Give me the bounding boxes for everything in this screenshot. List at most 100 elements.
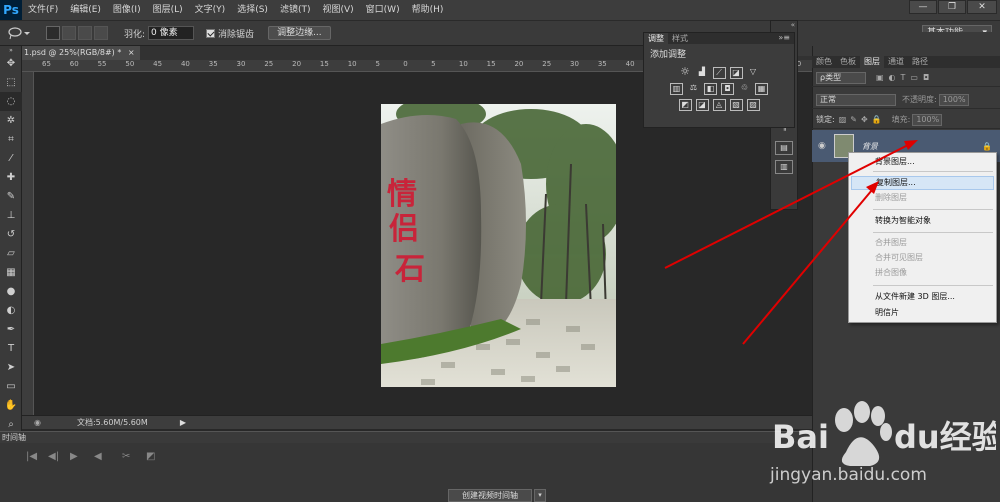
play-icon[interactable]: ▶ [70, 451, 78, 462]
panel-collapse-icon[interactable]: » [0, 46, 22, 54]
channel-mixer-icon[interactable]: ♲ [738, 83, 751, 95]
subtract-selection-button[interactable] [78, 26, 92, 40]
curves-icon[interactable]: ⟋ [712, 67, 726, 79]
brightness-contrast-icon[interactable]: ☼ [679, 66, 692, 79]
tab-paths[interactable]: 路径 [908, 56, 932, 68]
menu-item-merge-layers[interactable]: 合并图层 [849, 236, 996, 250]
feather-input[interactable]: 0 像素 [148, 26, 195, 40]
menu-filter[interactable]: 滤镜(T) [274, 0, 317, 20]
layer-filter-icons[interactable]: ▣◐T▭◘ [876, 73, 934, 82]
clone-stamp-tool-icon[interactable]: ⊥ [0, 206, 22, 225]
menu-item-duplicate-layer[interactable]: 复制图层... [851, 176, 994, 190]
add-selection-button[interactable] [62, 26, 76, 40]
menu-item-new-3d-layer[interactable]: 从文件新建 3D 图层... [849, 290, 996, 304]
create-video-timeline-button[interactable]: 创建视频时间轴 [448, 489, 532, 502]
invert-icon[interactable]: ◩ [678, 99, 692, 111]
hand-tool-icon[interactable]: ✋ [0, 396, 22, 415]
ruler-tick-label: 25 [264, 60, 274, 68]
selective-color-icon[interactable]: ▨ [746, 99, 760, 111]
refine-edge-button[interactable]: 调整边缘... [268, 26, 331, 40]
menu-image[interactable]: 图像(I) [107, 0, 147, 20]
menu-window[interactable]: 窗口(W) [360, 0, 406, 20]
lasso-tool-icon[interactable]: ◌ [0, 92, 22, 111]
menu-item-delete-layer[interactable]: 删除图层 [849, 191, 996, 205]
tab-layers[interactable]: 图层 [860, 56, 884, 68]
opacity-input[interactable]: 100% [938, 93, 969, 106]
document-tab[interactable]: 1.psd @ 25%(RGB/8#) * × [22, 46, 140, 60]
path-selection-tool-icon[interactable]: ➤ [0, 358, 22, 377]
marquee-tool-icon[interactable]: ⬚ [0, 73, 22, 92]
type-tool-icon[interactable]: T [0, 339, 22, 358]
color-lookup-icon[interactable]: ▦ [755, 83, 768, 95]
color-balance-icon[interactable]: ⚖ [687, 83, 700, 95]
posterize-icon[interactable]: ◪ [695, 99, 709, 111]
go-to-first-frame-icon[interactable]: |◀ [26, 451, 37, 462]
close-tab-icon[interactable]: × [128, 48, 135, 57]
restore-button[interactable]: ❐ [938, 0, 966, 14]
photo-filter-icon[interactable]: ◘ [721, 83, 734, 95]
black-white-icon[interactable]: ◧ [704, 83, 717, 95]
dodge-tool-icon[interactable]: ◐ [0, 301, 22, 320]
levels-icon[interactable]: ▟ [696, 67, 709, 79]
lasso-preset-icon[interactable] [8, 25, 36, 41]
eraser-tool-icon[interactable]: ▱ [0, 244, 22, 263]
shape-tool-icon[interactable]: ▭ [0, 377, 22, 396]
intersect-selection-button[interactable] [94, 26, 108, 40]
status-menu-arrow-icon[interactable]: ▶ [180, 418, 186, 427]
feather-label: 羽化: [124, 29, 146, 40]
threshold-icon[interactable]: ◬ [712, 99, 726, 111]
visibility-eye-icon[interactable]: ◉ [818, 141, 826, 151]
minimize-button[interactable]: — [909, 0, 937, 14]
adjustments-panel: 调整 样式 »≡ 添加调整 ☼ ▟ ⟋ ◪ ▽ ▥ ⚖ ◧ ◘ ♲ ▦ ◩ ◪ … [643, 32, 795, 128]
ruler-tick-label: 35 [597, 60, 607, 68]
blur-tool-icon[interactable]: ● [0, 282, 22, 301]
layer-filter-row: ρ类型 ▣◐T▭◘ [812, 69, 1000, 87]
status-icon[interactable]: ◉ [34, 418, 41, 427]
move-tool-icon[interactable]: ✥ [0, 54, 22, 73]
fill-input[interactable]: 100% [912, 113, 943, 126]
brush-tool-icon[interactable]: ✎ [0, 187, 22, 206]
menu-layer[interactable]: 图层(L) [147, 0, 189, 20]
menu-item-merge-visible[interactable]: 合并可见图层 [849, 251, 996, 265]
new-selection-button[interactable] [46, 26, 60, 40]
tab-adjustments[interactable]: 调整 [644, 33, 668, 44]
history-panel-icon[interactable]: ▤ [775, 141, 793, 155]
next-frame-icon[interactable]: ◀ [94, 451, 102, 462]
menu-item-flatten-image[interactable]: 拼合图像 [849, 266, 996, 280]
tab-color[interactable]: 颜色 [812, 56, 836, 68]
chevron-down-icon[interactable]: ▾ [534, 489, 546, 502]
menu-item-postcard[interactable]: 明信片 [849, 306, 996, 320]
previous-frame-icon[interactable]: ◀| [48, 451, 59, 462]
split-icon[interactable]: ✂ [122, 451, 130, 462]
history-brush-tool-icon[interactable]: ↺ [0, 225, 22, 244]
exposure-icon[interactable]: ◪ [729, 67, 743, 79]
hue-saturation-icon[interactable]: ▥ [670, 83, 683, 95]
menu-type[interactable]: 文字(Y) [189, 0, 232, 20]
healing-brush-tool-icon[interactable]: ✚ [0, 168, 22, 187]
lock-icons[interactable]: ▨✎✥🔒 [839, 115, 886, 124]
menu-select[interactable]: 选择(S) [231, 0, 274, 20]
panel-menu-icon[interactable]: »≡ [778, 33, 794, 44]
menu-help[interactable]: 帮助(H) [406, 0, 450, 20]
properties-panel-icon[interactable]: ▥ [775, 160, 793, 174]
magic-wand-tool-icon[interactable]: ✲ [0, 111, 22, 130]
tab-styles[interactable]: 样式 [668, 33, 692, 44]
menu-item-convert-smart-object[interactable]: 转换为智能对象 [849, 214, 996, 228]
tab-swatches[interactable]: 色板 [836, 56, 860, 68]
pen-tool-icon[interactable]: ✒ [0, 320, 22, 339]
crop-tool-icon[interactable]: ⌗ [0, 130, 22, 149]
menu-edit[interactable]: 编辑(E) [64, 0, 107, 20]
blend-mode-select[interactable]: 正常 [816, 93, 896, 106]
layer-kind-select[interactable]: ρ类型 [816, 71, 866, 84]
menu-item-background-layer[interactable]: 背景图层... [849, 155, 996, 169]
vibrance-icon[interactable]: ▽ [747, 67, 760, 79]
tab-channels[interactable]: 通道 [884, 56, 908, 68]
gradient-tool-icon[interactable]: ▦ [0, 263, 22, 282]
menu-file[interactable]: 文件(F) [22, 0, 64, 20]
menu-view[interactable]: 视图(V) [316, 0, 359, 20]
eyedropper-tool-icon[interactable]: ⁄ [0, 149, 22, 168]
close-button[interactable]: ✕ [967, 0, 997, 14]
antialias-checkbox[interactable] [206, 28, 216, 38]
transition-icon[interactable]: ◩ [146, 451, 155, 462]
gradient-map-icon[interactable]: ▧ [729, 99, 743, 111]
